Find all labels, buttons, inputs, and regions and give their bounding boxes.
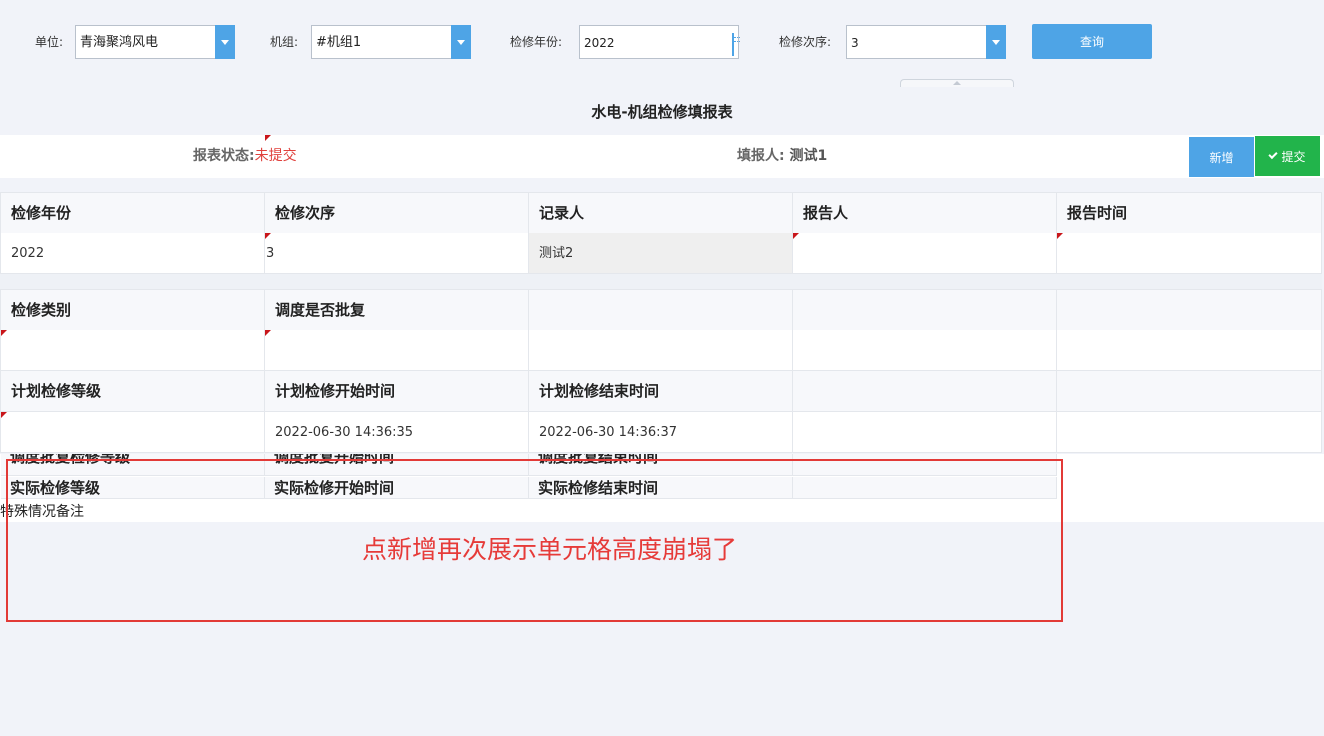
unit-select-value: 青海聚鸿风电 [80,35,159,50]
seq-cell[interactable]: 3 [265,233,529,274]
header-cell: 记录人 [529,193,793,234]
header-cell [793,371,1057,412]
section-divider [0,274,1322,290]
header-cell [529,290,793,331]
header-cell [1057,290,1322,331]
header-cell: 报告人 [793,193,1057,234]
form-row-3-values: 2022-06-30 14:36:35 2022-06-30 14:36:37 [0,412,1322,453]
header-cell: 计划检修等级 [0,371,265,412]
form-row-1-header: 检修年份 检修次序 记录人 报告人 报告时间 [0,192,1322,234]
year-label: 检修年份: [510,35,563,49]
required-marker [265,135,271,141]
seq-label: 检修次序: [779,35,832,49]
dispatch-approved-cell[interactable] [265,330,529,371]
seq-select-value: 3 [851,36,859,50]
plan-start-cell[interactable]: 2022-06-30 14:36:35 [265,412,529,453]
empty-cell [1057,330,1322,371]
query-button[interactable]: 查询 [1032,24,1152,59]
empty-cell [793,330,1057,371]
header-cell: 检修类别 [0,290,265,331]
header-cell: 调度是否批复 [265,290,529,331]
chevron-down-icon [221,39,229,45]
year-input-value: 2022 [584,36,615,50]
report-time-cell[interactable] [1057,233,1322,274]
reporter-value: 测试1 [789,148,828,164]
calendar-icon[interactable] [732,33,734,56]
submit-button-label: 提交 [1281,149,1306,164]
empty-cell [1057,412,1322,453]
collapse-toggle[interactable] [900,79,1014,87]
unit-dropdown-toggle[interactable] [215,25,235,59]
header-cell [1057,371,1322,412]
reporter-cell[interactable] [793,233,1057,274]
category-cell[interactable] [0,330,265,371]
group-dropdown-toggle[interactable] [451,25,471,59]
plan-level-cell[interactable] [0,412,265,453]
filter-bar: 单位: 青海聚鸿风电 机组: #机组1 检修年份: 2022 检修次序: 3 查… [0,0,1324,87]
group-select-value: #机组1 [316,35,362,50]
header-cell: 报告时间 [1057,193,1322,234]
header-cell [793,290,1057,331]
seq-select[interactable]: 3 [846,25,1006,59]
empty-cell [793,412,1057,453]
unit-label: 单位: [35,35,64,49]
check-icon [1268,149,1279,160]
header-cell: 检修次序 [265,193,529,234]
reporter: 填报人: 测试1 [737,148,827,165]
empty-cell [529,330,793,371]
report-status-label: 报表状态: [193,148,255,164]
reporter-label: 填报人: [737,148,785,164]
header-cell: 检修年份 [0,193,265,234]
year-cell[interactable]: 2022 [0,233,265,274]
report-status-value: 未提交 [254,148,297,164]
submit-button[interactable]: 提交 [1255,136,1320,176]
form-row-2-values [0,330,1322,371]
group-select[interactable]: #机组1 [311,25,471,59]
form-row-2-header: 检修类别 调度是否批复 [0,289,1322,331]
recorder-cell: 测试2 [529,233,793,274]
header-cell: 计划检修开始时间 [265,371,529,412]
chevron-down-icon [992,39,1000,45]
plan-end-cell[interactable]: 2022-06-30 14:36:37 [529,412,793,453]
seq-dropdown-toggle[interactable] [986,25,1006,59]
unit-select[interactable]: 青海聚鸿风电 [75,25,235,59]
year-input[interactable]: 2022 [579,25,739,59]
add-button[interactable]: 新增 [1189,137,1254,177]
group-label: 机组: [270,35,299,49]
report-title: 水电-机组检修填报表 [0,87,1324,135]
header-cell: 计划检修结束时间 [529,371,793,412]
annotation-text: 点新增再次展示单元格高度崩塌了 [362,535,738,564]
form-row-1-values: 2022 3 测试2 [0,233,1322,274]
status-row: 报表状态:未提交 填报人: 测试1 [0,135,1324,178]
form-row-3-header: 计划检修等级 计划检修开始时间 计划检修结束时间 [0,371,1322,412]
chevron-down-icon [457,39,465,45]
report-status: 报表状态:未提交 [193,148,297,165]
